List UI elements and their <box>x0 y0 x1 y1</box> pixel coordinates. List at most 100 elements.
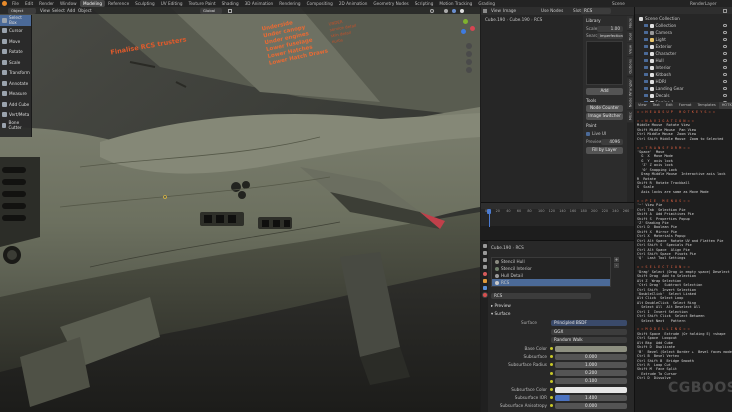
view-layer-selector[interactable]: RenderLayer <box>690 0 717 7</box>
search-field[interactable]: Imperfections <box>597 32 623 39</box>
tool-add-cube[interactable]: Add Cube <box>0 99 31 110</box>
menu-render[interactable]: Render <box>36 0 57 7</box>
sss-method-field[interactable]: Random Walk <box>551 337 627 343</box>
modifier-tab-icon[interactable] <box>482 286 487 290</box>
distribution-field[interactable]: GGX <box>551 329 627 335</box>
eye-icon[interactable] <box>723 73 727 76</box>
visibility-checkbox-icon[interactable] <box>644 44 648 49</box>
breadcrumb-material[interactable]: RCS <box>534 17 542 22</box>
prop-value[interactable]: 0.100 <box>555 378 627 385</box>
eye-icon[interactable] <box>723 31 727 34</box>
outliner-item[interactable]: Collection <box>637 22 731 29</box>
sidebar-tab[interactable]: Node Wrangler <box>627 76 633 110</box>
nav-gizmo[interactable] <box>458 19 476 37</box>
workspace-tab[interactable]: Sculpting <box>132 0 158 7</box>
preview-field[interactable]: 4096 <box>601 138 623 145</box>
eye-icon[interactable] <box>723 45 727 48</box>
shading-rendered-icon[interactable] <box>460 8 464 13</box>
breadcrumb-mesh[interactable]: Cube.190 <box>510 17 530 22</box>
menu-edit[interactable]: Edit <box>22 0 36 7</box>
socket-icon[interactable] <box>550 404 553 408</box>
workspace-tab[interactable]: Reference <box>105 0 132 7</box>
mat-breadcrumb-material[interactable]: RCS <box>516 245 524 250</box>
view-menu[interactable]: View <box>491 7 501 15</box>
material-slot[interactable]: RCS <box>492 279 610 286</box>
gizmo-y-icon[interactable] <box>463 19 468 24</box>
eye-icon[interactable] <box>723 24 727 27</box>
visibility-checkbox-icon[interactable] <box>644 93 648 98</box>
visibility-checkbox-icon[interactable] <box>644 37 648 42</box>
menu-window[interactable]: Window <box>57 0 80 7</box>
prop-value[interactable]: 0.200 <box>555 370 627 377</box>
text-menu-view[interactable]: View <box>635 102 650 109</box>
mode-selector[interactable]: Object Mode <box>8 7 36 19</box>
prop-value[interactable]: 1.400 <box>555 394 627 401</box>
material-name-field[interactable]: RCS <box>491 293 591 299</box>
eye-icon[interactable] <box>723 80 727 83</box>
socket-icon[interactable] <box>550 388 553 391</box>
socket-icon[interactable] <box>550 371 553 375</box>
workspace-tab[interactable]: Grading <box>475 0 498 7</box>
visibility-checkbox-icon[interactable] <box>644 30 648 35</box>
checkbox-icon[interactable] <box>586 131 590 136</box>
surface-section[interactable]: ▾ Surface <box>491 311 510 316</box>
scale-field[interactable]: 1.00 <box>597 25 623 32</box>
blender-logo-icon[interactable] <box>2 1 7 6</box>
eye-icon[interactable] <box>723 87 727 90</box>
sidebar-tab[interactable]: Misc <box>627 110 633 123</box>
ortho-icon[interactable] <box>466 67 472 73</box>
workspace-tab[interactable]: Geometry Nodes <box>370 0 411 7</box>
slot-selector[interactable]: Slot <box>573 7 581 15</box>
outliner-item[interactable]: Interior <box>637 64 731 71</box>
add-button[interactable]: Add <box>586 88 623 95</box>
text-menu-templates[interactable]: Templates <box>694 102 718 109</box>
outliner-item[interactable]: Exterior <box>637 43 731 50</box>
surface-shader-field[interactable]: Principled BSDF <box>551 319 627 326</box>
eye-icon[interactable] <box>723 38 727 41</box>
outliner-item[interactable]: Hull <box>637 57 731 64</box>
remove-slot-icon[interactable]: - <box>614 263 619 268</box>
eye-icon[interactable] <box>723 94 727 97</box>
workspace-tab[interactable]: 2D Animation <box>336 0 371 7</box>
prop-value[interactable] <box>555 386 627 393</box>
material-tab-icon[interactable] <box>482 293 487 297</box>
eye-icon[interactable] <box>723 66 727 69</box>
render-tab-icon[interactable] <box>482 251 487 255</box>
workspace-tab[interactable]: Texture Paint <box>186 0 219 7</box>
socket-icon[interactable] <box>550 347 553 350</box>
prop-value[interactable] <box>555 345 627 352</box>
mat-breadcrumb-object[interactable]: Cube.190 <box>491 245 511 250</box>
workspace-tab[interactable]: Scripting <box>412 0 437 7</box>
fill-by-layer-button[interactable]: Fill by Layer <box>586 147 623 154</box>
gizmo-z-icon[interactable] <box>461 29 466 34</box>
eye-icon[interactable] <box>723 59 727 62</box>
tool-bone-cutter[interactable]: Bone Cutter <box>0 120 31 131</box>
notes-body[interactable]: = = H E A D S U P H O T K E Y S = = = = N… <box>637 110 732 410</box>
workspace-tab[interactable]: Rendering <box>276 0 303 7</box>
snap-icon[interactable] <box>228 8 232 13</box>
socket-icon[interactable] <box>550 396 553 400</box>
text-menu-format[interactable]: Format <box>676 102 695 109</box>
tool-scale[interactable]: Scale <box>0 57 31 68</box>
tool-measure[interactable]: Measure <box>0 89 31 100</box>
tool-vert-meta[interactable]: Vert/Meta <box>0 110 31 121</box>
sidebar-tab[interactable]: Options <box>627 57 633 76</box>
visibility-checkbox-icon[interactable] <box>644 72 648 77</box>
zoom-icon[interactable] <box>466 43 472 49</box>
tool-cursor[interactable]: Cursor <box>0 26 31 37</box>
outliner-item[interactable]: Landing Gear <box>637 85 731 92</box>
menu-file[interactable]: File <box>9 0 22 7</box>
view-menu[interactable]: View <box>40 7 50 14</box>
preview-section[interactable]: ▸ Preview <box>491 303 511 308</box>
prop-value[interactable]: 1.000 <box>555 361 627 368</box>
object-menu[interactable]: Object <box>78 7 92 14</box>
select-menu[interactable]: Select <box>52 7 65 14</box>
material-slot[interactable]: Hull Detail <box>492 272 610 279</box>
text-file-name[interactable]: HOTKEYS <box>718 102 732 109</box>
workspace-tab[interactable]: Modeling <box>80 0 106 7</box>
outliner-item[interactable]: Kitbash <box>637 71 731 78</box>
tool-annotate[interactable]: Annotate <box>0 78 31 89</box>
tool-tab-icon[interactable] <box>482 244 487 248</box>
material-slot[interactable]: Stencil Interior <box>492 265 610 272</box>
sidebar-tab[interactable]: Tool <box>627 30 633 43</box>
